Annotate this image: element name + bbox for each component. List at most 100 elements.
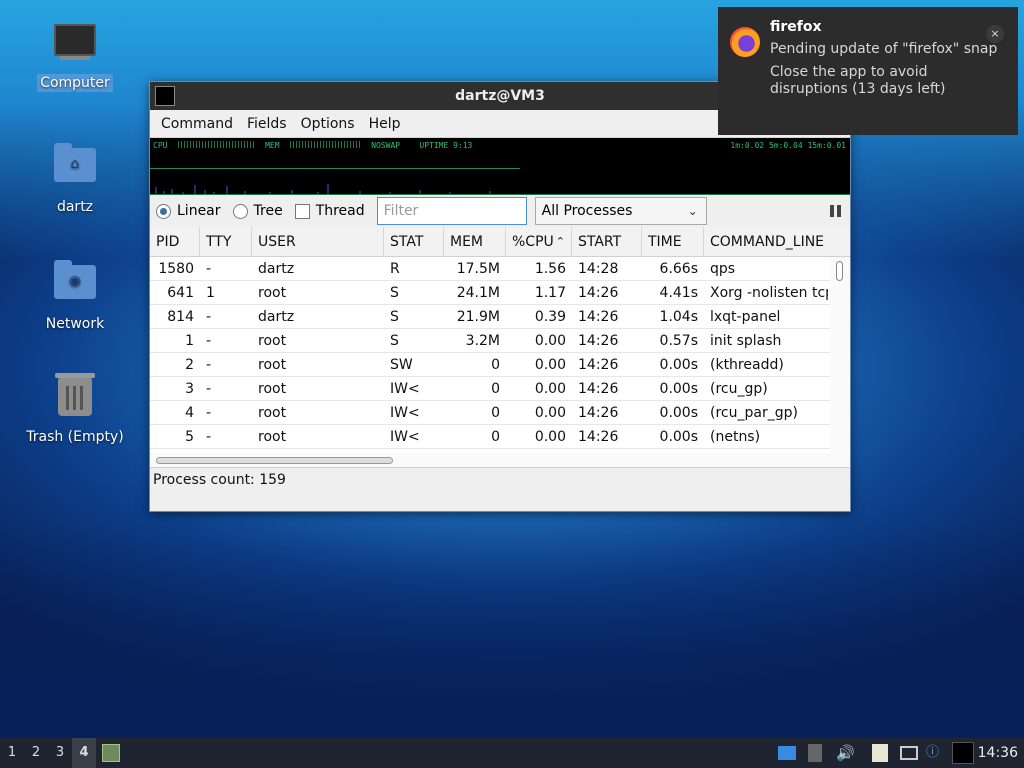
notification-popup[interactable]: firefox Pending update of "firefox" snap… bbox=[718, 7, 1018, 135]
cell-cmd: (rcu_gp) bbox=[710, 381, 768, 397]
cell-tty: - bbox=[206, 333, 212, 349]
checkbox-icon bbox=[294, 203, 310, 219]
cell-user: root bbox=[258, 405, 287, 421]
filter-input[interactable]: Filter bbox=[376, 197, 527, 225]
horizontal-scrollbar[interactable] bbox=[150, 453, 832, 467]
cell-stat: S bbox=[390, 333, 399, 349]
clock[interactable]: 14:36 bbox=[978, 738, 1018, 768]
workspace-3[interactable]: 3 bbox=[48, 738, 72, 768]
cell-user: root bbox=[258, 333, 287, 349]
cell-mem: 0 bbox=[491, 405, 500, 421]
meter-labels: CPU MEM NOSWAP UPTIME 9:13 bbox=[153, 141, 472, 150]
menu-command[interactable]: Command bbox=[154, 116, 240, 132]
cell-start: 14:26 bbox=[578, 405, 619, 421]
process-filter-value: All Processes bbox=[541, 203, 633, 219]
desktop-icon-label: Trash (Empty) bbox=[26, 429, 124, 445]
table-row[interactable]: 1580- dartz R 17.5M 1.56 14:28 6.66s qps bbox=[150, 257, 830, 281]
chevron-down-icon: ⌄ bbox=[687, 204, 698, 218]
cell-tty: - bbox=[206, 309, 212, 325]
computer-icon bbox=[52, 24, 98, 70]
cell-cmd: lxqt-panel bbox=[710, 309, 781, 325]
cell-cmd: (netns) bbox=[710, 429, 761, 445]
col-command-line[interactable]: COMMAND_LINE bbox=[704, 227, 828, 256]
cell-stat: S bbox=[390, 309, 399, 325]
process-filter-select[interactable]: All Processes ⌄ bbox=[534, 197, 707, 225]
cell-cmd: (rcu_par_gp) bbox=[710, 405, 798, 421]
col-cpu[interactable]: %CPU ⌃ bbox=[506, 227, 572, 256]
cell-stat: S bbox=[390, 285, 399, 301]
desktop-switcher-icon[interactable] bbox=[778, 746, 796, 760]
table-row[interactable]: 1- root S 3.2M 0.00 14:26 0.57s init splash bbox=[150, 329, 830, 353]
col-mem[interactable]: MEM bbox=[444, 227, 506, 256]
cell-pid: 3 bbox=[185, 381, 194, 397]
linear-radio[interactable]: Linear bbox=[156, 203, 221, 219]
update-notifier-icon[interactable]: ⓘ bbox=[926, 744, 944, 762]
network-status-icon[interactable] bbox=[900, 746, 918, 760]
col-pid[interactable]: PID bbox=[150, 227, 200, 256]
table-row[interactable]: 3- root IW< 0 0.00 14:26 0.00s (rcu_gp) bbox=[150, 377, 830, 401]
system-meter: CPU MEM NOSWAP UPTIME 9:13 1m:0.02 5m:0.… bbox=[150, 138, 850, 195]
col-stat[interactable]: STAT bbox=[384, 227, 444, 256]
cell-user: root bbox=[258, 429, 287, 445]
load-average: 1m:0.02 5m:0.04 15m:0.01 bbox=[730, 141, 846, 150]
notification-detail: Close the app to avoid disruptions (13 d… bbox=[770, 64, 946, 97]
cell-tty: - bbox=[206, 429, 212, 445]
cell-pid: 641 bbox=[167, 285, 194, 301]
cell-cpu: 0.00 bbox=[534, 333, 566, 349]
cell-mem: 0 bbox=[491, 357, 500, 373]
col-user[interactable]: USER bbox=[252, 227, 384, 256]
col-time[interactable]: TIME bbox=[642, 227, 704, 256]
menu-fields[interactable]: Fields bbox=[240, 116, 294, 132]
cell-cpu: 0.39 bbox=[534, 309, 566, 325]
cell-mem: 0 bbox=[491, 429, 500, 445]
col-tty[interactable]: TTY bbox=[200, 227, 252, 256]
vertical-scrollbar[interactable] bbox=[830, 257, 850, 467]
cell-user: dartz bbox=[258, 261, 295, 277]
thread-checkbox[interactable]: Thread bbox=[294, 203, 365, 219]
workspace-1[interactable]: 1 bbox=[0, 738, 24, 768]
table-body: 1580- dartz R 17.5M 1.56 14:28 6.66s qps 641 1 roo… bbox=[150, 257, 830, 467]
thread-label: Thread bbox=[315, 203, 365, 219]
table-row[interactable]: 814- dartz S 21.9M 0.39 14:26 1.04s lxqt-panel bbox=[150, 305, 830, 329]
table-row[interactable]: 5- root IW< 0 0.00 14:26 0.00s (netns) bbox=[150, 425, 830, 449]
workspace-4[interactable]: 4 bbox=[72, 738, 96, 768]
desktop-icon-computer[interactable]: Computer bbox=[20, 20, 130, 92]
cell-time: 0.00s bbox=[659, 357, 698, 373]
cell-pid: 4 bbox=[185, 405, 194, 421]
cell-time: 0.00s bbox=[659, 429, 698, 445]
window-menu-icon[interactable] bbox=[155, 86, 175, 106]
cell-start: 14:26 bbox=[578, 285, 619, 301]
desktop-icon-label: dartz bbox=[56, 199, 94, 215]
file-manager-launcher-icon[interactable] bbox=[102, 744, 120, 762]
cell-cmd: Xorg -nolisten tcp bbox=[710, 285, 828, 301]
menu-help[interactable]: Help bbox=[362, 116, 408, 132]
tree-label: Tree bbox=[253, 203, 283, 219]
cell-mem: 24.1M bbox=[456, 285, 500, 301]
desktop-icon-home[interactable]: ⌂ dartz bbox=[20, 140, 130, 216]
clipboard-icon[interactable] bbox=[872, 744, 888, 762]
desktop-icon-trash[interactable]: Trash (Empty) bbox=[20, 372, 130, 446]
cell-start: 14:26 bbox=[578, 309, 619, 325]
desktop-icon-network[interactable]: ◉ Network bbox=[20, 257, 130, 333]
cell-cmd: (kthreadd) bbox=[710, 357, 784, 373]
uptime-label: UPTIME 9:13 bbox=[419, 141, 473, 150]
cell-time: 0.57s bbox=[659, 333, 698, 349]
volume-icon[interactable]: 🔊 bbox=[836, 744, 855, 762]
cell-stat: SW bbox=[390, 357, 413, 373]
cell-mem: 21.9M bbox=[456, 309, 500, 325]
pause-icon[interactable] bbox=[830, 205, 842, 217]
cell-cpu: 0.00 bbox=[534, 405, 566, 421]
qps-tray-icon[interactable] bbox=[952, 742, 974, 764]
cell-start: 14:26 bbox=[578, 357, 619, 373]
menu-options[interactable]: Options bbox=[294, 116, 362, 132]
tree-radio[interactable]: Tree bbox=[232, 203, 283, 219]
taskbar: 1 2 3 4 🔊 ⓘ 14:36 bbox=[0, 738, 1024, 768]
table-row[interactable]: 2- root SW 0 0.00 14:26 0.00s (kthreadd) bbox=[150, 353, 830, 377]
table-row[interactable]: 641 1 root S 24.1M 1.17 14:26 4.41s Xorg -nolist… bbox=[150, 281, 830, 305]
col-start[interactable]: START bbox=[572, 227, 642, 256]
home-folder-icon: ⌂ bbox=[52, 143, 98, 194]
close-icon[interactable]: × bbox=[986, 25, 1004, 43]
table-row[interactable]: 4- root IW< 0 0.00 14:26 0.00s (rcu_par_gp) bbox=[150, 401, 830, 425]
workspace-2[interactable]: 2 bbox=[24, 738, 48, 768]
removable-media-icon[interactable] bbox=[808, 744, 822, 762]
